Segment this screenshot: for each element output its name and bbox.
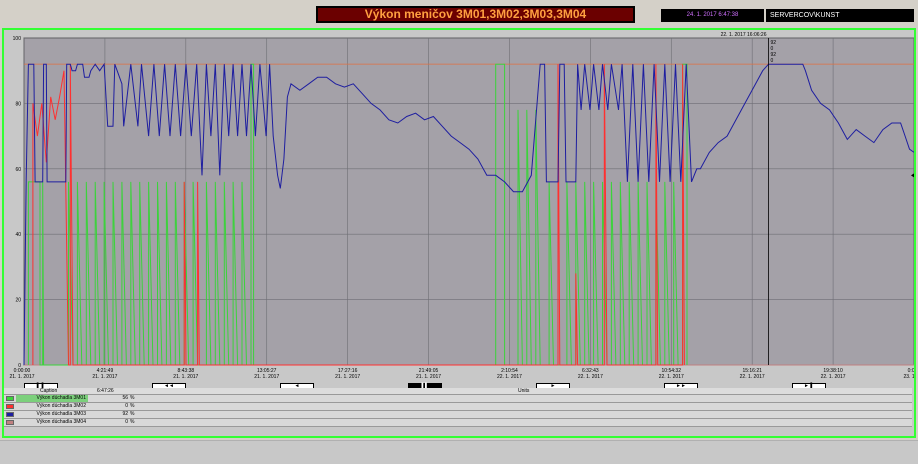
legend-header: Caption 6:47:26 Units [4,388,912,395]
trend-frame: 0 20 40 60 80 100 0:00:00 21. 1. 2017 4:21:49 21.… [2,28,916,438]
x-tick-date: 22. 1. 2017 [659,374,684,380]
user-display: SERVERCOV\KUNST [766,9,914,22]
y-tick-label: 40 [15,232,21,238]
legend-caption: Výkon dúchadla 3M04 [36,419,86,425]
cursor-value: 0 [770,58,773,64]
legend-unit: % [130,395,135,401]
legend-caption: Výkon dúchadla 3M03 [36,411,86,417]
legend-swatch [6,412,14,417]
legend-table: Caption 6:47:26 Units Výkon dúchadla 3M0… [4,388,912,427]
page-title: Výkon meničov 3M01,3M02,3M03,3M04 [316,6,635,23]
y-tick-label: 60 [15,167,21,173]
x-tick-date: 22. 1. 2017 [821,374,846,380]
legend-row[interactable]: Výkon dúchadla 3M03 92 % [4,411,912,419]
legend-value: 0 [125,419,128,425]
legend-unit: % [130,419,135,425]
x-tick-date: 22. 1. 2017 [578,374,603,380]
legend-caption: Výkon dúchadla 3M01 [16,395,88,402]
legend-caption-header: Caption [40,388,58,394]
legend-value: 56 [122,395,128,401]
legend-row[interactable]: Výkon dúchadla 3M01 56 % [4,395,912,403]
legend-row[interactable]: Výkon dúchadla 3M02 0 % [4,403,912,411]
legend-row[interactable]: Výkon dúchadla 3M04 0 % [4,419,912,427]
y-tick-label: 100 [13,36,22,42]
legend-value: 0 [125,403,128,409]
datetime-display: 24. 1. 2017 6:47:38 [661,9,764,22]
x-tick-date: 21. 1. 2017 [335,374,360,380]
x-tick-date: 21. 1. 2017 [254,374,279,380]
legend-units-header: Units [518,388,530,394]
legend-unit: % [130,403,135,409]
legend-swatch [6,404,14,409]
x-tick-date: 21. 1. 2017 [416,374,441,380]
legend-swatch [6,420,14,425]
x-tick-date: 22. 1. 2017 [740,374,765,380]
trend-chart[interactable]: 0204060801000:00:0021. 1. 20174:21:4921.… [4,30,914,386]
y-tick-label: 80 [15,101,21,107]
legend-value: 92 [122,411,128,417]
x-tick-date: 23. 1. 2017 [903,374,914,380]
y-tick-label: 20 [15,298,21,304]
legend-swatch [6,396,14,401]
status-bar [0,440,918,464]
x-tick-date: 21. 1. 2017 [92,374,117,380]
x-tick-date: 21. 1. 2017 [173,374,198,380]
legend-time-header: 6:47:26 [97,388,114,394]
legend-unit: % [130,411,135,417]
x-tick-date: 21. 1. 2017 [9,374,34,380]
x-tick-date: 22. 1. 2017 [497,374,522,380]
legend-caption: Výkon dúchadla 3M02 [36,403,86,409]
cursor-label: 22. 1. 2017 16:06:26 [721,32,767,38]
